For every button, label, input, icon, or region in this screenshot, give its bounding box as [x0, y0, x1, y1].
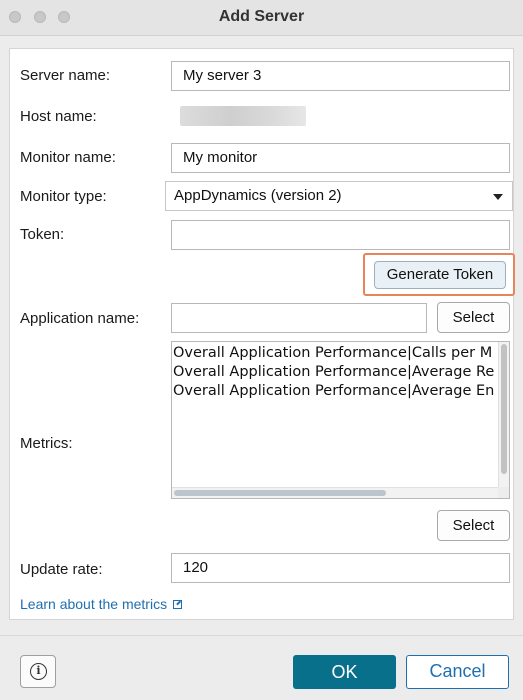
external-link-icon: [173, 600, 183, 609]
metrics-horizontal-scrollbar[interactable]: [172, 487, 500, 498]
application-name-input[interactable]: [171, 303, 427, 333]
learn-about-metrics-link[interactable]: Learn about the metrics: [20, 596, 183, 612]
generate-token-button[interactable]: Generate Token: [374, 261, 506, 289]
info-button[interactable]: i: [20, 655, 56, 688]
monitor-type-select[interactable]: AppDynamics (version 2): [165, 181, 513, 211]
metrics-list[interactable]: Overall Application Performance|Calls pe…: [171, 341, 510, 499]
metric-item[interactable]: Overall Application Performance|Calls pe…: [172, 344, 509, 363]
application-select-button[interactable]: Select: [437, 302, 510, 333]
token-input[interactable]: [171, 220, 510, 250]
vertical-scroll-thumb[interactable]: [501, 344, 507, 474]
token-label: Token:: [20, 226, 65, 243]
monitor-name-label: Monitor name:: [20, 149, 116, 166]
server-name-input[interactable]: My server 3: [171, 61, 510, 91]
info-icon: i: [30, 663, 47, 680]
learn-about-metrics-text[interactable]: Learn about the metrics: [20, 596, 167, 612]
update-rate-input[interactable]: 120: [171, 553, 510, 583]
metrics-select-button[interactable]: Select: [437, 510, 510, 541]
generate-token-highlight: Generate Token: [363, 253, 515, 296]
host-name-redacted-value[interactable]: [180, 106, 306, 126]
metric-item[interactable]: Overall Application Performance|Average …: [172, 363, 509, 382]
title-bar: Add Server: [0, 0, 523, 36]
metrics-label: Metrics:: [20, 435, 73, 452]
scroll-corner: [498, 487, 509, 498]
monitor-name-input[interactable]: My monitor: [171, 143, 510, 173]
window-title: Add Server: [218, 8, 305, 25]
footer-divider: [0, 635, 523, 636]
metrics-vertical-scrollbar[interactable]: [498, 342, 509, 488]
ok-button[interactable]: OK: [293, 655, 396, 689]
server-name-label: Server name:: [20, 67, 111, 84]
horizontal-scroll-thumb[interactable]: [174, 490, 386, 496]
update-rate-label: Update rate:: [20, 561, 103, 578]
application-name-label: Application name:: [20, 310, 140, 327]
dropdown-arrow-icon: [493, 194, 503, 200]
host-name-label: Host name:: [20, 108, 97, 125]
metric-item[interactable]: Overall Application Performance|Average …: [172, 382, 509, 401]
monitor-type-label: Monitor type:: [20, 188, 107, 205]
monitor-type-value: AppDynamics (version 2): [174, 187, 342, 204]
cancel-button[interactable]: Cancel: [406, 655, 509, 689]
